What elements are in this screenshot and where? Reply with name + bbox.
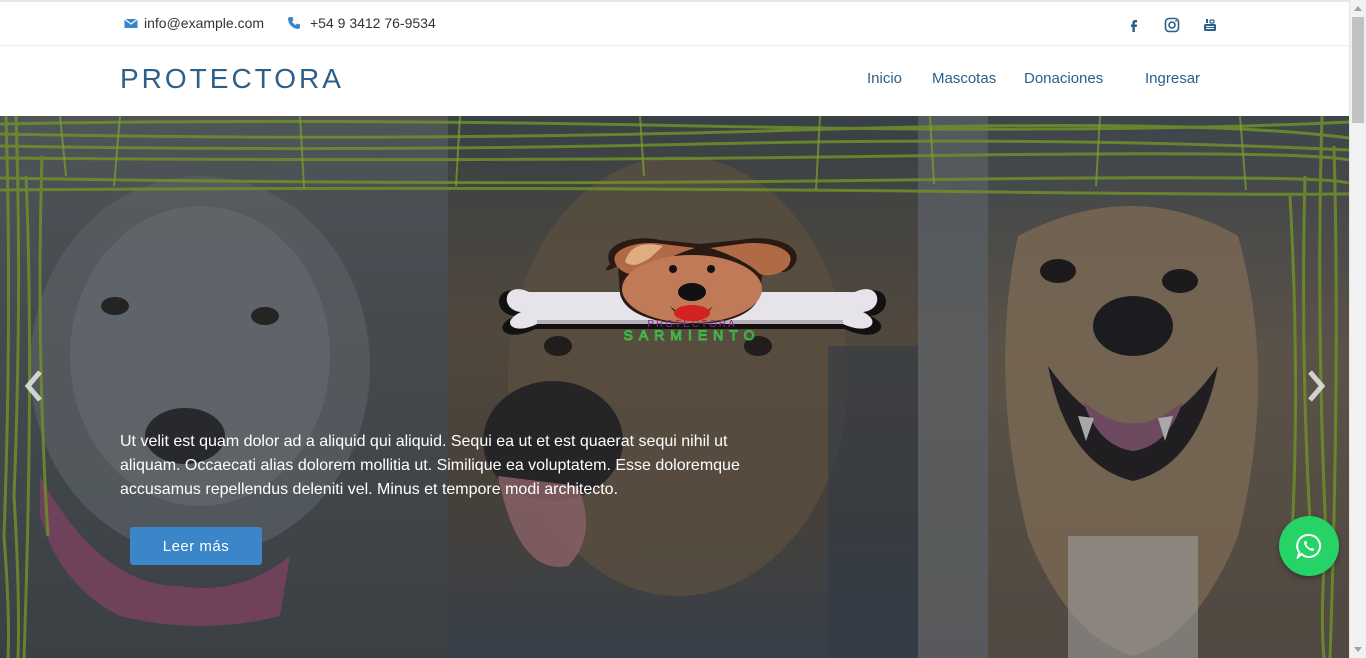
nav-item-donaciones[interactable]: Donaciones (1024, 70, 1103, 87)
hero-carousel: PROTECTORA SARMIENTO Ut velit est quam d… (0, 116, 1349, 658)
logo-text-bottom: SARMIENTO (624, 327, 761, 343)
whatsapp-icon (1296, 533, 1321, 559)
nav-item-mascotas[interactable]: Mascotas (932, 70, 996, 87)
top-bar: info@example.com +54 9 3412 76-9534 (0, 0, 1349, 46)
youtube-icon[interactable] (1201, 16, 1219, 34)
scroll-up-icon[interactable] (1354, 6, 1362, 11)
social-links (1105, 16, 1219, 34)
email-link[interactable]: info@example.com (124, 15, 264, 31)
site-logo[interactable]: PROTECTORA (120, 63, 344, 95)
nav-item-inicio[interactable]: Inicio (867, 70, 902, 87)
instagram-icon[interactable] (1163, 16, 1181, 34)
email-text: info@example.com (144, 15, 265, 31)
carousel-prev-icon[interactable] (20, 366, 50, 406)
main-header: PROTECTORA Inicio Mascotas Donaciones In… (0, 46, 1349, 116)
page-scrollbar[interactable] (1349, 0, 1366, 658)
whatsapp-button[interactable] (1279, 516, 1339, 576)
scroll-thumb[interactable] (1352, 17, 1364, 123)
read-more-button[interactable]: Leer más (130, 527, 262, 565)
mail-icon (124, 18, 138, 28)
carousel-next-icon[interactable] (1300, 366, 1330, 406)
phone-text: +54 9 3412 76-9534 (310, 15, 436, 31)
hero-caption: Ut velit est quam dolor ad a aliquid qui… (120, 433, 740, 498)
scroll-down-icon[interactable] (1354, 647, 1362, 652)
phone-icon (288, 17, 300, 29)
nav-item-ingresar[interactable]: Ingresar (1145, 70, 1200, 87)
grass-frame (0, 116, 1349, 658)
facebook-icon[interactable] (1125, 16, 1143, 34)
phone-link[interactable]: +54 9 3412 76-9534 (287, 15, 436, 31)
page: info@example.com +54 9 3412 76-9534 PROT… (0, 0, 1366, 658)
protectora-sarmiento-logo: PROTECTORA SARMIENTO (498, 238, 887, 344)
